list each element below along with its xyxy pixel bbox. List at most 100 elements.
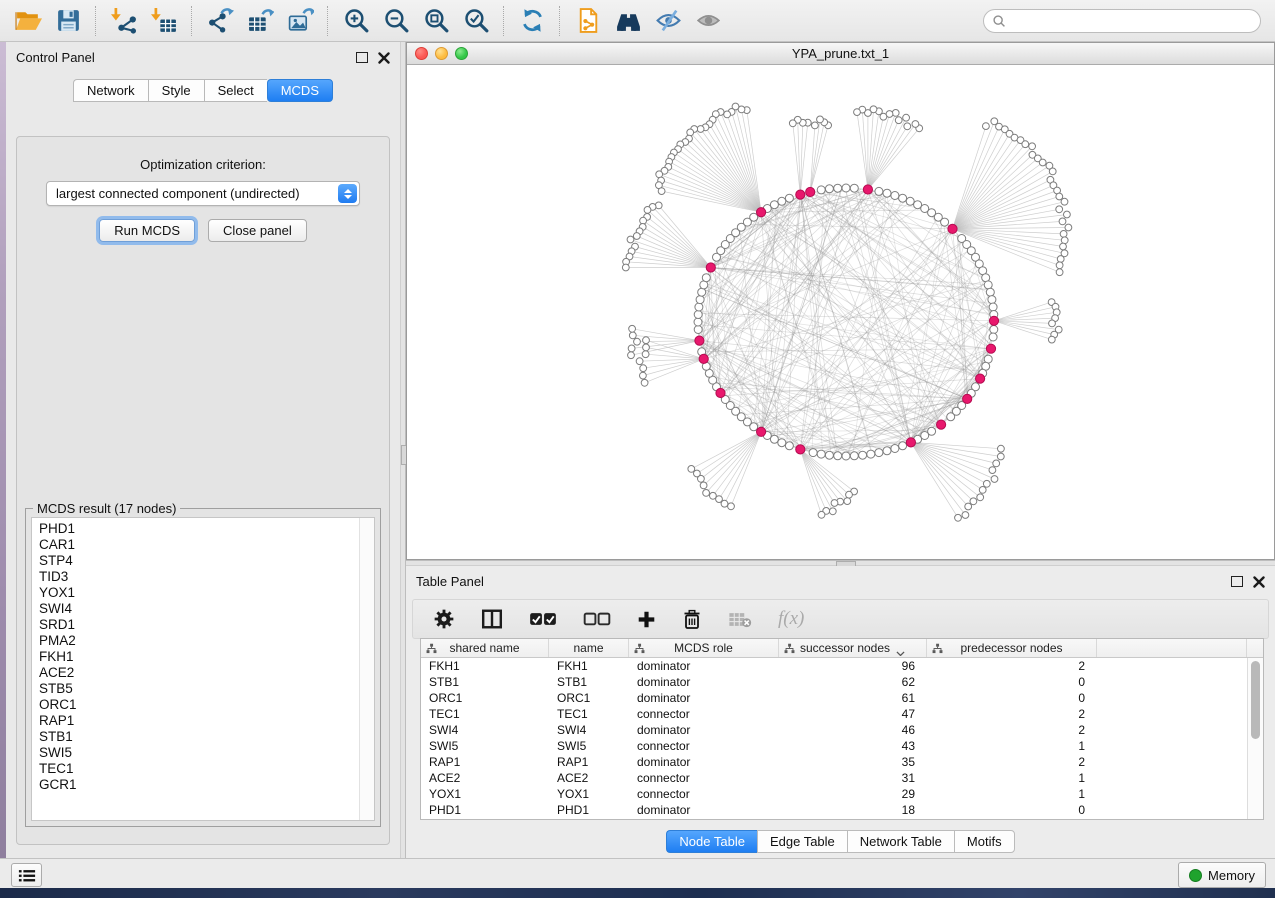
network-node[interactable]	[998, 445, 1005, 452]
network-node[interactable]	[703, 490, 710, 497]
network-node[interactable]	[1060, 231, 1067, 238]
network-node[interactable]	[941, 218, 949, 226]
network-hub-node[interactable]	[906, 438, 915, 447]
network-node[interactable]	[1059, 218, 1066, 225]
network-node[interactable]	[658, 188, 665, 195]
network-graph[interactable]	[407, 64, 1274, 559]
network-node[interactable]	[850, 452, 858, 460]
delete-column-icon[interactable]	[682, 607, 702, 631]
network-node[interactable]	[1056, 269, 1063, 276]
network-hub-node[interactable]	[948, 224, 957, 233]
network-node[interactable]	[1065, 224, 1072, 231]
network-node[interactable]	[634, 338, 641, 345]
network-node[interactable]	[970, 498, 977, 505]
mcds-result-item[interactable]: SWI5	[39, 745, 374, 761]
network-node[interactable]	[702, 274, 710, 282]
network-node[interactable]	[834, 452, 842, 460]
network-node[interactable]	[640, 365, 647, 372]
network-node[interactable]	[629, 332, 636, 339]
network-hub-node[interactable]	[986, 344, 995, 353]
add-column-icon[interactable]	[637, 607, 656, 631]
mcds-result-item[interactable]: TID3	[39, 569, 374, 585]
network-node[interactable]	[687, 129, 694, 136]
network-node[interactable]	[825, 185, 833, 193]
network-hub-node[interactable]	[757, 427, 766, 436]
zoom-out-icon[interactable]	[376, 3, 416, 39]
network-hub-node[interactable]	[796, 445, 805, 454]
table-row[interactable]: TEC1TEC1connector472	[421, 706, 1248, 722]
network-hub-node[interactable]	[963, 394, 972, 403]
network-node[interactable]	[829, 508, 836, 515]
mcds-result-list[interactable]: PHD1CAR1STP4TID3YOX1SWI4SRD1PMA2FKH1ACE2…	[31, 517, 375, 821]
close-panel-icon[interactable]	[1253, 575, 1265, 587]
network-node[interactable]	[1022, 141, 1029, 148]
network-node[interactable]	[899, 442, 907, 450]
table-row[interactable]: STB1STB1dominator620	[421, 674, 1248, 690]
zoom-in-icon[interactable]	[336, 3, 376, 39]
network-node[interactable]	[629, 325, 636, 332]
network-node[interactable]	[641, 379, 648, 386]
network-node[interactable]	[698, 288, 706, 296]
network-node[interactable]	[644, 207, 651, 214]
column-header-predecessor-nodes[interactable]: predecessor nodes	[927, 639, 1097, 657]
network-node[interactable]	[628, 352, 635, 359]
close-panel-icon[interactable]	[378, 51, 390, 63]
scrollbar-thumb[interactable]	[1251, 661, 1260, 739]
mcds-result-item[interactable]: RAP1	[39, 713, 374, 729]
search-input[interactable]	[983, 9, 1261, 33]
network-node[interactable]	[643, 344, 650, 351]
network-node[interactable]	[842, 452, 850, 460]
network-hub-node[interactable]	[989, 316, 998, 325]
mcds-result-item[interactable]: GCR1	[39, 777, 374, 793]
network-node[interactable]	[696, 296, 704, 304]
network-node[interactable]	[988, 296, 996, 304]
deselect-all-icon[interactable]	[583, 607, 611, 631]
network-node[interactable]	[770, 201, 778, 209]
network-node[interactable]	[903, 114, 910, 121]
tab-select[interactable]: Select	[204, 79, 267, 102]
network-node[interactable]	[895, 117, 902, 124]
network-node[interactable]	[809, 449, 817, 457]
network-node[interactable]	[628, 345, 635, 352]
network-node[interactable]	[842, 184, 850, 192]
table-row[interactable]: ORC1ORC1dominator610	[421, 690, 1248, 706]
mcds-result-item[interactable]: TEC1	[39, 761, 374, 777]
network-node[interactable]	[1048, 336, 1055, 343]
network-document-icon[interactable]	[568, 3, 608, 39]
network-node[interactable]	[785, 194, 793, 202]
table-row[interactable]: RAP1RAP1dominator352	[421, 754, 1248, 770]
select-all-icon[interactable]	[529, 607, 557, 631]
refresh-icon[interactable]	[512, 3, 552, 39]
network-node[interactable]	[642, 351, 649, 358]
network-node[interactable]	[825, 451, 833, 459]
mcds-result-item[interactable]: PMA2	[39, 633, 374, 649]
tab-mcds[interactable]: MCDS	[267, 79, 333, 102]
network-node[interactable]	[697, 126, 704, 133]
network-node[interactable]	[912, 121, 919, 128]
result-list-scrollbar[interactable]	[359, 518, 374, 820]
mcds-result-item[interactable]: ACE2	[39, 665, 374, 681]
import-network-icon[interactable]	[104, 3, 144, 39]
network-node[interactable]	[817, 450, 825, 458]
zoom-fit-icon[interactable]	[416, 3, 456, 39]
network-node[interactable]	[883, 447, 891, 455]
network-node[interactable]	[965, 503, 972, 510]
search-network-icon[interactable]	[608, 3, 648, 39]
save-session-icon[interactable]	[48, 3, 88, 39]
split-columns-icon[interactable]	[481, 607, 503, 631]
network-hub-node[interactable]	[706, 263, 715, 272]
gear-icon[interactable]	[433, 607, 455, 631]
network-node[interactable]	[977, 494, 984, 501]
column-header-MCDS-role[interactable]: MCDS role	[629, 639, 779, 657]
network-node[interactable]	[700, 482, 707, 489]
network-node[interactable]	[1049, 168, 1056, 175]
network-node[interactable]	[785, 442, 793, 450]
mcds-result-item[interactable]: STP4	[39, 553, 374, 569]
network-hub-node[interactable]	[863, 185, 872, 194]
table-row[interactable]: YOX1YOX1connector291	[421, 786, 1248, 802]
mcds-result-item[interactable]: PHD1	[39, 521, 374, 537]
network-node[interactable]	[962, 512, 969, 519]
network-node[interactable]	[891, 192, 899, 200]
network-node[interactable]	[846, 491, 853, 498]
network-node[interactable]	[633, 233, 640, 240]
